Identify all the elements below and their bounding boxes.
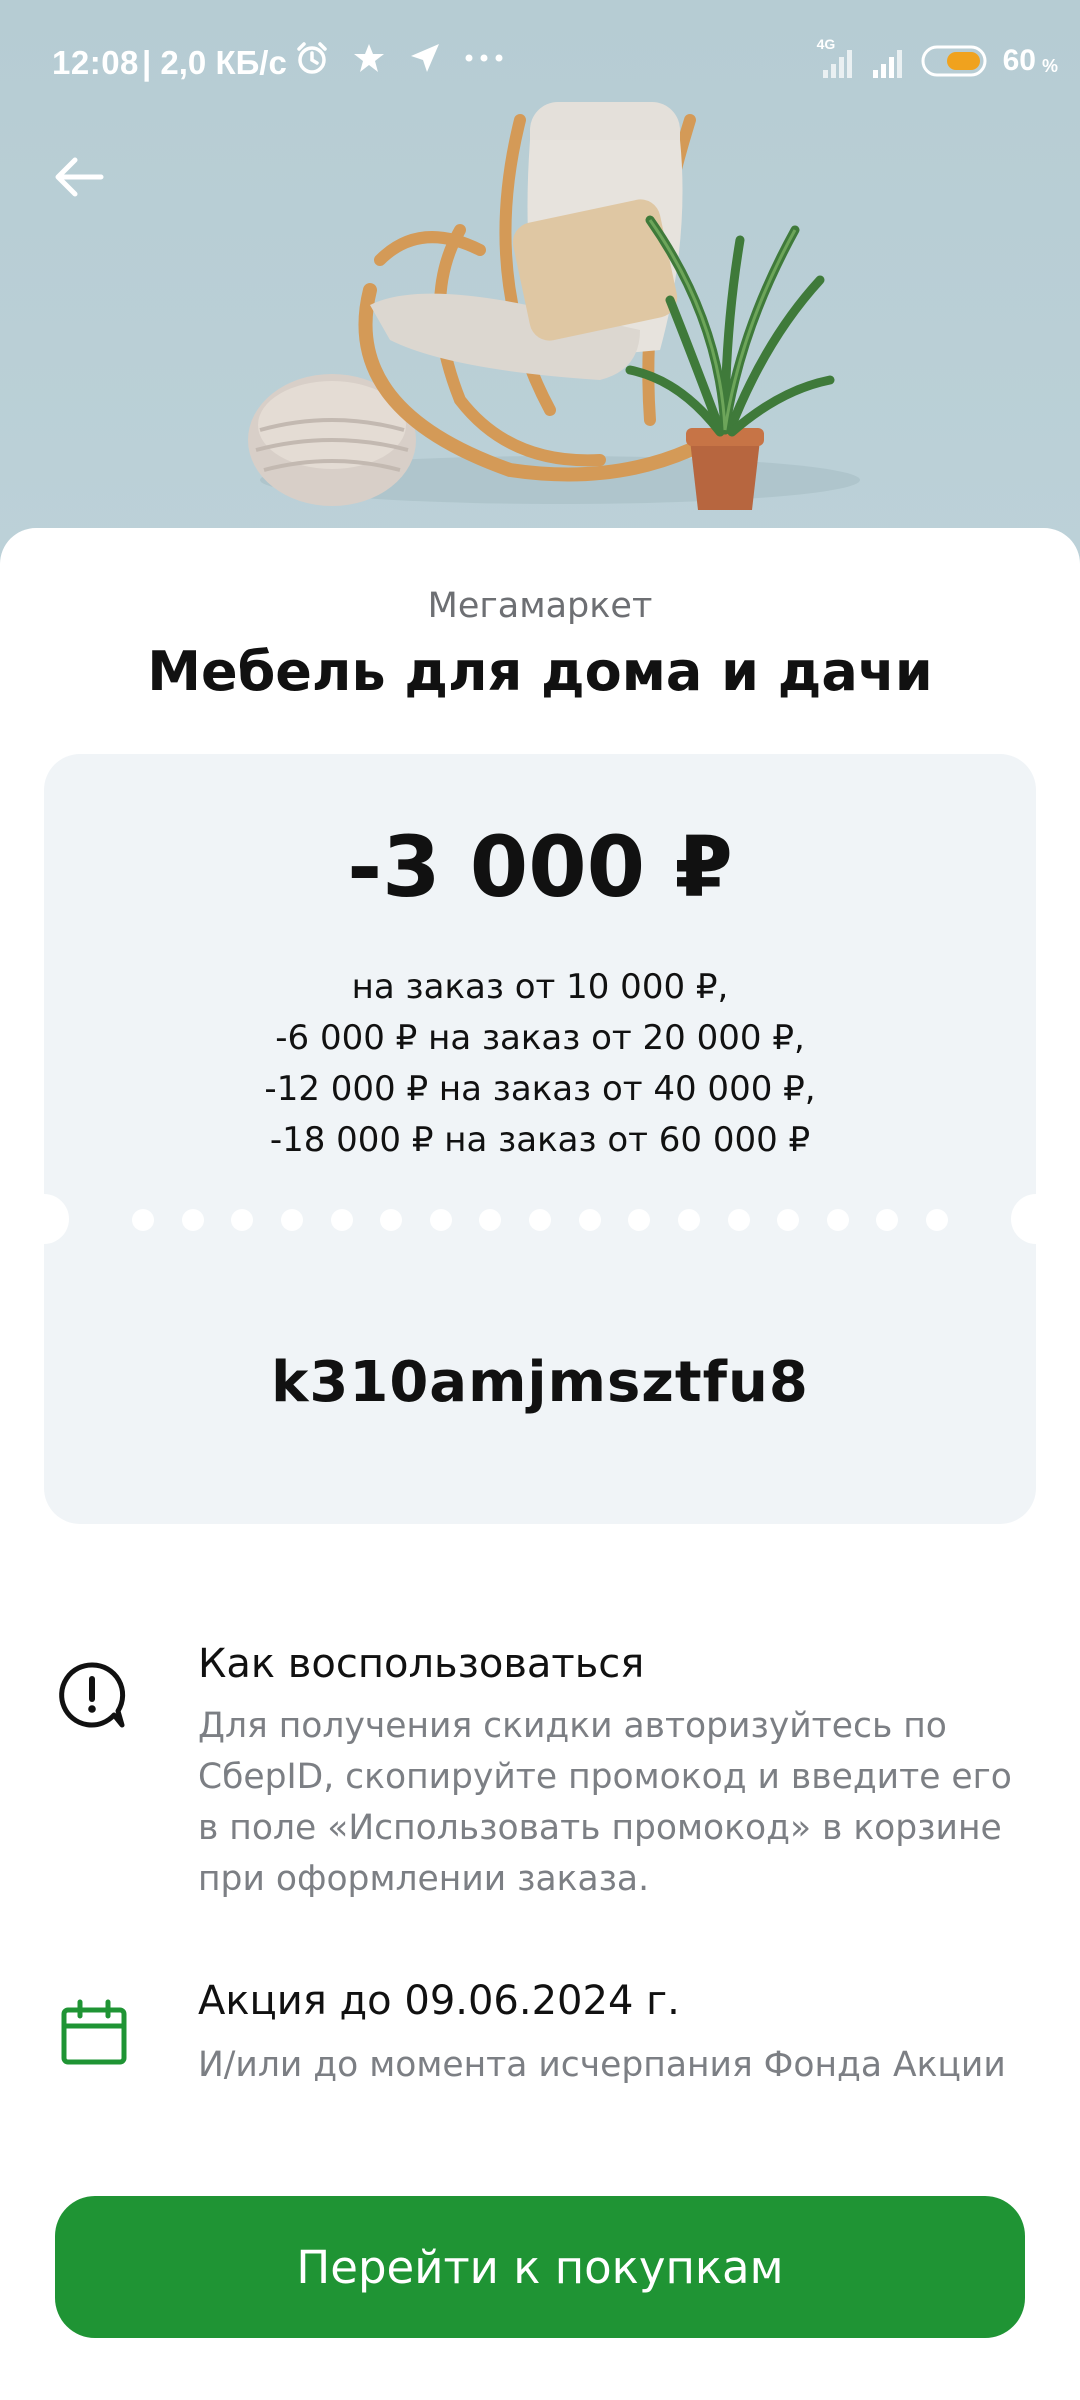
coupon-notch-left [19,1194,69,1244]
arrow-left-icon [55,157,104,197]
brand-name: Мегамаркет [427,586,653,626]
promo-code[interactable]: k310amjmsztfu8 [44,1350,1036,1415]
alert-speech-icon [59,1662,126,1728]
promo-period-title: Акция до 09.06.2024 г. [198,1978,680,2024]
how-to-use-line: СберID, скопируйте промокод и введите ег… [198,1757,1012,1797]
how-to-use-title: Как воспользоваться [198,1641,645,1687]
coupon-perforation [132,1209,948,1231]
location-arrow-icon [411,44,439,72]
more-dots-icon [465,54,503,62]
discount-conditions: на заказ от 10 000 ₽, -6 000 ₽ на заказ … [44,962,1036,1166]
coupon-notch-right [1011,1194,1061,1244]
condition-line: на заказ от 10 000 ₽, [351,967,729,1007]
battery-unit: % [1041,55,1058,76]
star-icon [354,44,384,72]
discount-amount: -3 000 ₽ [347,818,733,916]
back-button[interactable] [42,140,116,214]
page-title: Мебель для дома и дачи [147,640,933,703]
signal-icon [872,50,902,78]
battery-icon [921,45,987,77]
hero-image [248,102,860,510]
how-to-use-line: при оформлении заказа. [198,1859,650,1899]
condition-line: -12 000 ₽ на заказ от 40 000 ₽, [264,1069,816,1109]
condition-line: -6 000 ₽ на заказ от 20 000 ₽, [275,1018,805,1058]
status-right: 4G 60 % [817,36,1058,80]
go-shopping-button[interactable]: Перейти к покупкам [55,2196,1025,2338]
offer-sheet: Мегамаркет Мебель для дома и дачи -3 000… [0,528,1080,2400]
alarm-icon [297,42,327,74]
how-to-use-text: Для получения скидки авторизуйтесь по Сб… [198,1701,1048,1905]
status-time: 12:08 [52,44,139,81]
hero-banner: 12:08 | 2,0 КБ/с 4G 60 % [0,0,1080,560]
how-to-use-line: в поле «Использовать промокод» в корзине [198,1808,1002,1848]
status-network-speed: | 2,0 КБ/с [142,44,287,81]
condition-line: -18 000 ₽ на заказ от 60 000 ₽ [269,1120,811,1160]
promo-period-text: И/или до момента исчерпания Фонда Акции [198,2040,1048,2091]
go-shopping-label: Перейти к покупкам [296,2240,784,2294]
promo-period-line: И/или до момента исчерпания Фонда Акции [198,2045,1006,2085]
signal-4g-icon: 4G [817,36,857,80]
status-icons [294,40,504,76]
battery-level: 60 [1002,44,1036,77]
calendar-icon [61,1999,127,2065]
how-to-use-line: Для получения скидки авторизуйтесь по [198,1706,947,1746]
